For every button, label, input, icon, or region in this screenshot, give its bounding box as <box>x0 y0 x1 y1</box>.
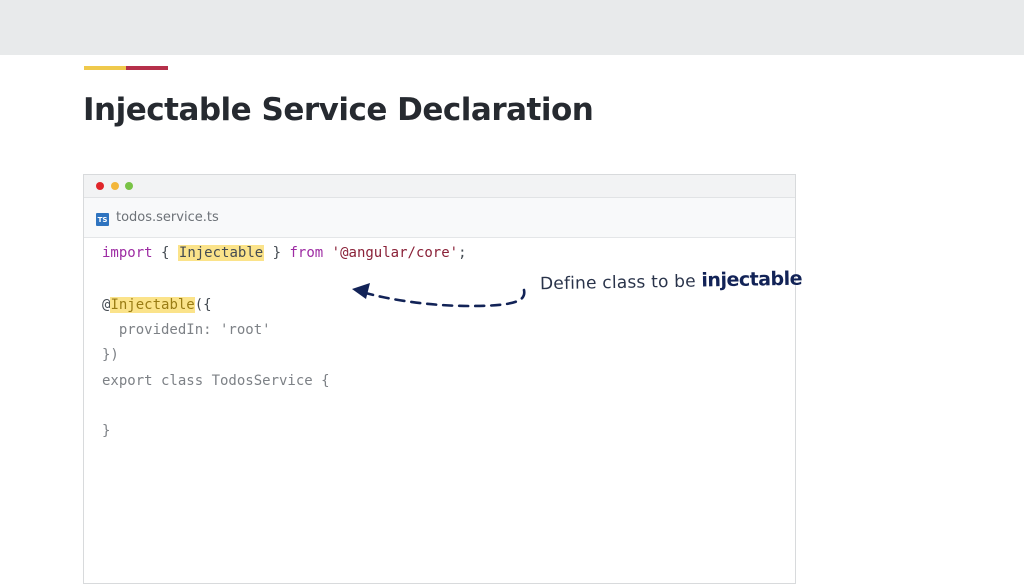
module-string: '@angular/core' <box>331 245 459 261</box>
top-band <box>0 0 1024 55</box>
code-editor-window: TS todos.service.ts import { Injectable … <box>83 174 796 584</box>
keyword-from: from <box>289 245 324 261</box>
file-tab-bar: TS todos.service.ts <box>84 198 795 238</box>
injectable-decorator: Injectable <box>110 297 195 313</box>
decorator-args-open: ({ <box>194 297 212 313</box>
close-window-dot[interactable] <box>96 182 104 190</box>
accent-bar-red <box>126 66 168 70</box>
accent-bar-yellow <box>84 66 126 70</box>
file-tab-label[interactable]: todos.service.ts <box>116 210 219 225</box>
annotation-text: Define class to be <box>539 271 697 295</box>
minimize-window-dot[interactable] <box>111 182 119 190</box>
slide-title: Injectable Service Declaration <box>83 92 594 128</box>
typescript-file-icon: TS <box>96 213 109 226</box>
code-line-8: } <box>102 423 111 439</box>
code-line-1: import { Injectable } from '@angular/cor… <box>102 243 467 263</box>
code-line-6: export class TodosService { <box>102 373 330 389</box>
injectable-import-symbol: Injectable <box>177 245 265 261</box>
code-line-5: }) <box>102 347 119 363</box>
annotation-note: Define class to be injectable <box>540 268 802 295</box>
brace-close: } <box>272 245 282 261</box>
code-line-3: @Injectable({ <box>102 295 212 315</box>
keyword-import: import <box>102 245 153 261</box>
brace-open: { <box>161 245 170 261</box>
maximize-window-dot[interactable] <box>125 182 133 190</box>
semicolon: ; <box>458 245 467 261</box>
annotation-emphasis: injectable <box>701 267 803 292</box>
code-line-4: providedIn: 'root' <box>102 322 271 338</box>
window-titlebar <box>84 175 795 198</box>
